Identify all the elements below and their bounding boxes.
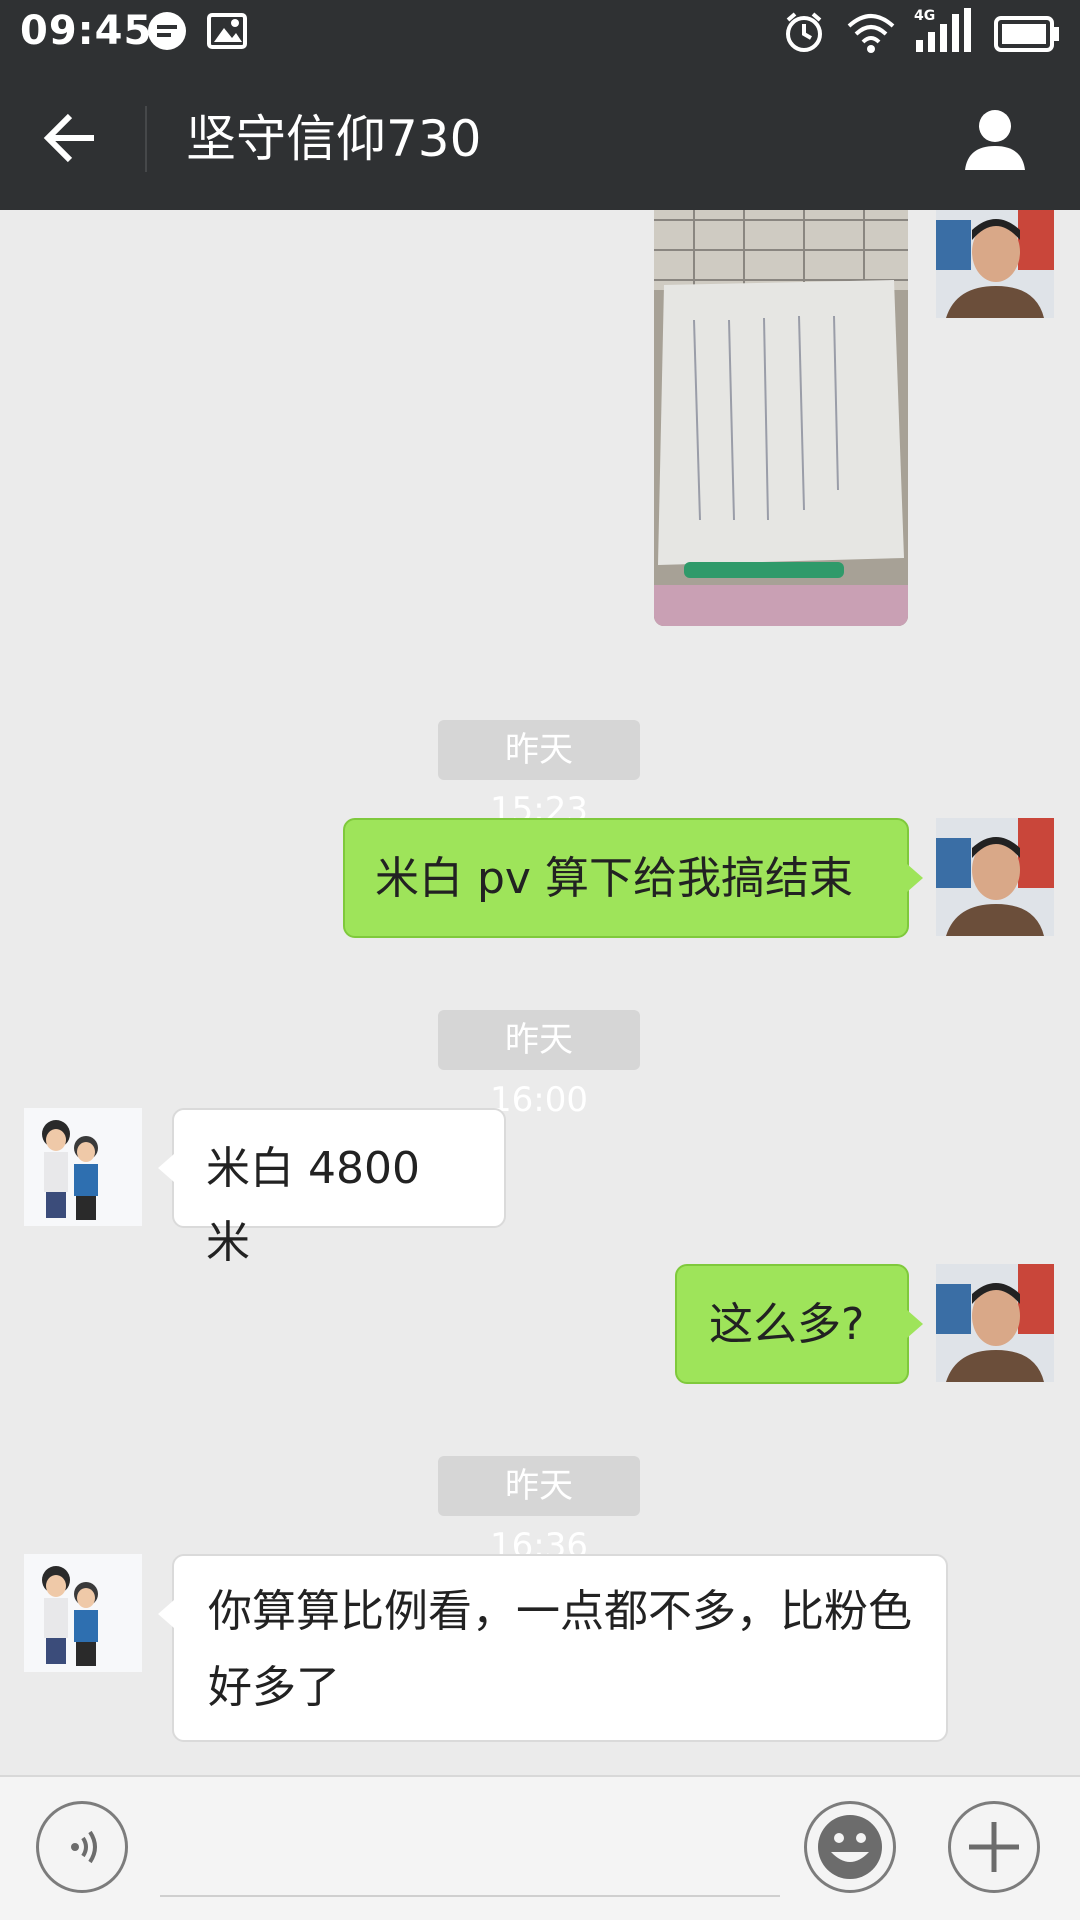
message-list[interactable]: 昨天 15:23 米白 pv 算下给我搞结束 昨天 16:00 米白 4800 … <box>0 210 1080 1775</box>
arrow-left-icon <box>43 113 94 163</box>
message-text: 你算算比例看，一点都不多，比粉色好多了 <box>208 1586 912 1713</box>
more-options-button[interactable] <box>948 1801 1040 1893</box>
back-button[interactable] <box>40 108 110 168</box>
wifi-icon <box>846 10 896 58</box>
message-text: 米白 4800 米 <box>206 1143 420 1268</box>
image-message[interactable] <box>654 210 908 626</box>
contact-avatar-photo <box>24 1108 142 1226</box>
timestamp: 昨天 16:36 <box>438 1456 640 1566</box>
header-divider <box>145 106 147 172</box>
my-avatar[interactable] <box>936 818 1054 936</box>
chat-title: 坚守信仰730 <box>186 110 482 168</box>
contact-avatar-photo <box>24 1554 142 1672</box>
cellular-4g-icon: 4G <box>912 8 972 58</box>
my-avatar[interactable] <box>936 210 1054 318</box>
person-icon <box>965 110 1025 170</box>
emoji-button[interactable] <box>804 1801 896 1893</box>
handwritten-note-photo <box>654 210 908 626</box>
my-avatar-photo <box>936 210 1054 318</box>
voice-input-button[interactable] <box>36 1801 128 1893</box>
status-time: 09:45 <box>20 8 153 54</box>
timestamp: 昨天 16:00 <box>438 1010 640 1120</box>
message-bubble-received[interactable]: 米白 4800 米 <box>158 1108 506 1268</box>
emoji-icon <box>818 1815 882 1879</box>
chat-header: 坚守信仰730 <box>0 66 1080 210</box>
battery-icon <box>994 16 1060 56</box>
contact-avatar[interactable] <box>24 1554 142 1672</box>
voice-icon <box>71 1830 97 1864</box>
my-avatar[interactable] <box>936 1264 1054 1382</box>
alarm-icon <box>782 10 826 58</box>
status-bar: 09:45 4G <box>0 0 1080 66</box>
message-input[interactable] <box>160 1895 780 1897</box>
contact-avatar[interactable] <box>24 1108 142 1226</box>
image-notification-icon <box>206 10 248 56</box>
message-bubble-sent[interactable]: 米白 pv 算下给我搞结束 <box>343 818 923 938</box>
contact-profile-button[interactable] <box>960 104 1030 174</box>
network-label: 4G <box>914 8 936 24</box>
my-avatar-photo <box>936 1264 1054 1382</box>
chat-notification-icon <box>146 10 188 56</box>
message-text: 米白 pv 算下给我搞结束 <box>375 853 853 904</box>
my-avatar-photo <box>936 818 1054 936</box>
timestamp: 昨天 15:23 <box>438 720 640 830</box>
message-bubble-sent[interactable]: 这么多? <box>675 1264 923 1384</box>
message-bubble-received[interactable]: 你算算比例看，一点都不多，比粉色好多了 <box>158 1554 948 1742</box>
input-bar <box>0 1775 1080 1920</box>
plus-icon <box>969 1822 1019 1872</box>
message-text: 这么多? <box>709 1299 865 1350</box>
